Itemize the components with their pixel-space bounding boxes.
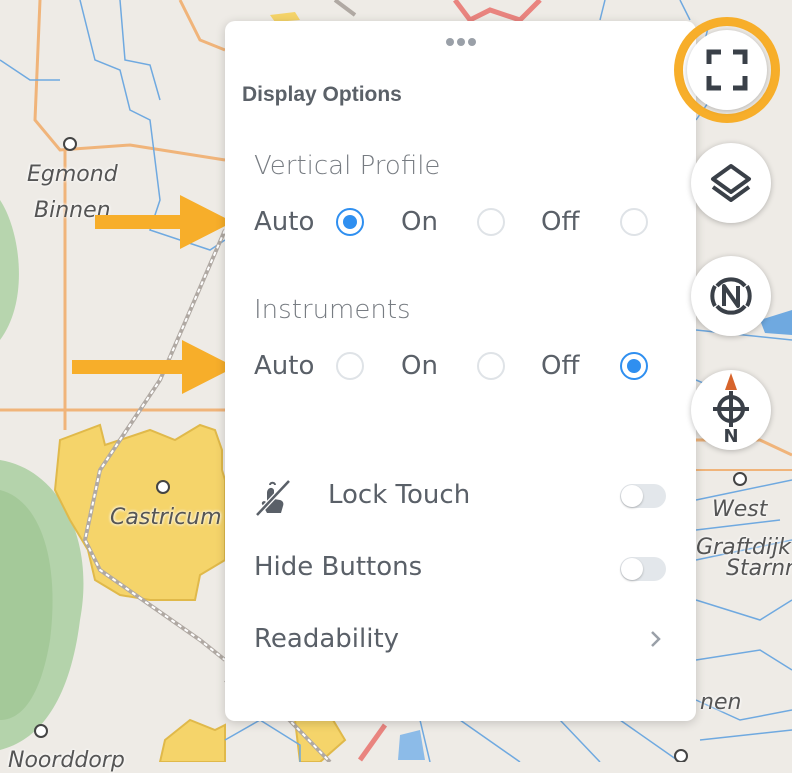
vertical-profile-auto-radio[interactable] (336, 208, 364, 236)
toggle-knob (621, 558, 643, 580)
instruments-on-radio[interactable] (477, 352, 505, 380)
vertical-profile-off-label[interactable]: Off (541, 207, 579, 237)
vertical-profile-auto-label[interactable]: Auto (254, 207, 314, 237)
hide-buttons-label: Hide Buttons (254, 552, 423, 582)
fullscreen-icon (706, 49, 748, 91)
instruments-off-radio[interactable] (620, 352, 648, 380)
instruments-on-label[interactable]: On (401, 351, 438, 381)
display-options-panel: Display Options Vertical Profile Auto On… (225, 21, 696, 721)
hide-buttons-toggle[interactable] (620, 557, 666, 581)
lock-touch-toggle[interactable] (620, 484, 666, 508)
annotation-arrow-vertical-profile (95, 195, 233, 249)
vertical-profile-on-radio[interactable] (477, 208, 505, 236)
layers-button[interactable] (691, 143, 771, 223)
fullscreen-button[interactable] (687, 30, 767, 110)
place-label-castricum: Castricum (110, 505, 222, 530)
vertical-profile-on-label[interactable]: On (401, 207, 438, 237)
instruments-off-label[interactable]: Off (541, 351, 579, 381)
place-marker (34, 724, 48, 738)
compass-button[interactable]: N (691, 370, 771, 450)
annotation-arrow-instruments (72, 340, 235, 394)
instruments-auto-label[interactable]: Auto (254, 351, 314, 381)
place-label-egmond: Egmond (27, 162, 118, 187)
place-label-noorddorp: Noorddorp (8, 748, 125, 773)
readability-row[interactable]: Readability (225, 611, 696, 671)
touch-off-icon (255, 479, 291, 517)
drag-handle[interactable] (446, 31, 480, 46)
north-up-button[interactable] (691, 256, 771, 336)
readability-label: Readability (254, 624, 400, 654)
place-marker (674, 749, 688, 762)
lock-touch-label: Lock Touch (328, 480, 471, 510)
north-up-icon (710, 277, 752, 315)
toggle-knob (621, 485, 643, 507)
chevron-right-icon (651, 631, 661, 647)
vertical-profile-title: Vertical Profile (254, 151, 441, 181)
place-label-west: West (712, 497, 768, 522)
instruments-title: Instruments (254, 295, 411, 325)
place-marker (63, 137, 77, 151)
compass-north-label: N (723, 426, 739, 447)
place-label-starnm: Starnm (726, 556, 792, 581)
place-marker (733, 472, 747, 486)
layers-icon (711, 164, 751, 202)
place-marker (156, 480, 170, 494)
instruments-auto-radio[interactable] (336, 352, 364, 380)
vertical-profile-off-radio[interactable] (620, 208, 648, 236)
panel-title: Display Options (242, 83, 402, 106)
place-label-nen: nen (700, 690, 742, 715)
